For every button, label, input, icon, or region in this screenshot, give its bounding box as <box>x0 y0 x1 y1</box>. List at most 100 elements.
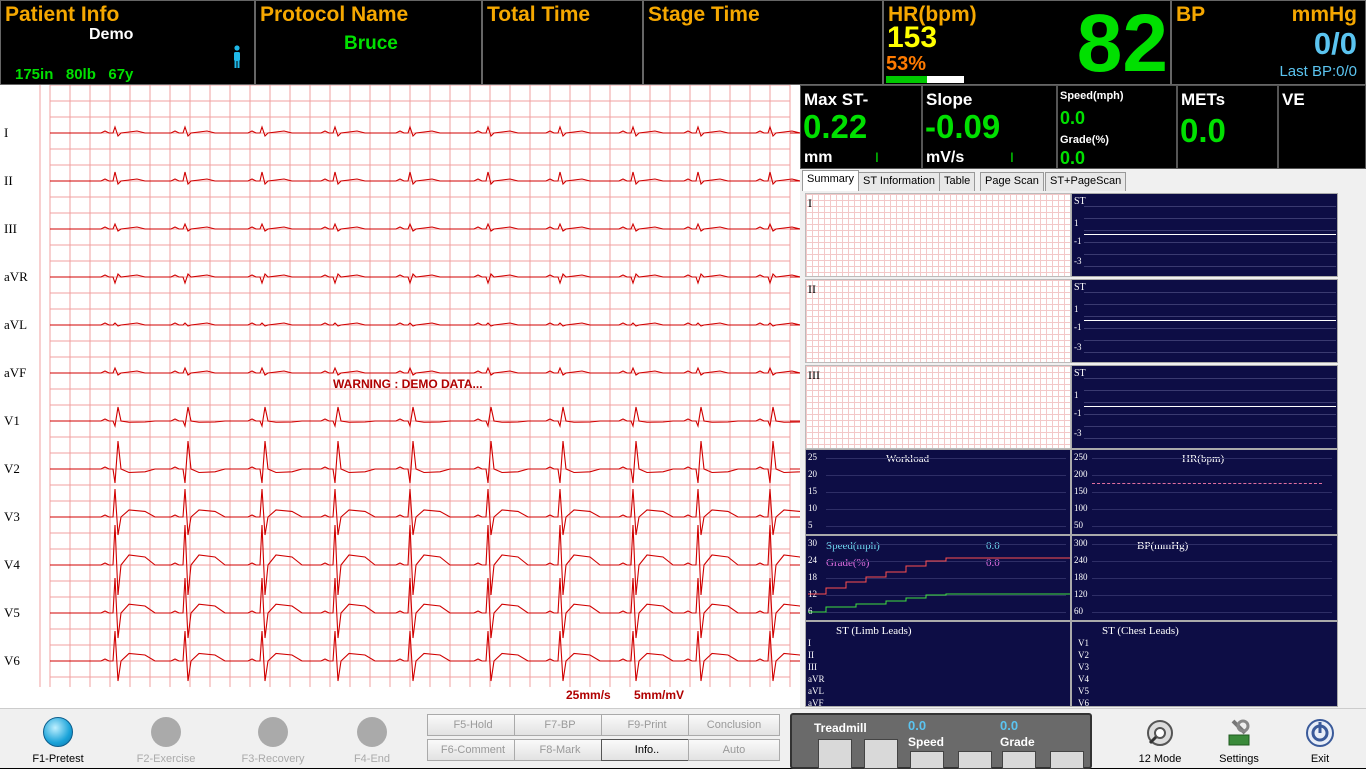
ecg-display[interactable]: I II III aVR aVL aVF V1 V2 V3 V4 V5 V6 WARNING : DE… <box>0 84 813 708</box>
mode-icon <box>1147 720 1173 746</box>
max-st-value: 0.22 <box>803 108 868 145</box>
speed-down-button[interactable] <box>910 751 944 769</box>
info-button[interactable]: Info.. <box>601 739 693 761</box>
recovery-button[interactable]: F3-Recovery <box>228 713 318 767</box>
ve-box: VE <box>1278 85 1366 169</box>
st-tick: 1 <box>1074 390 1079 400</box>
axis-tick: 300 <box>1074 538 1088 548</box>
bp-unit: mmHg <box>1291 3 1357 26</box>
comment-button[interactable]: F6-Comment <box>427 739 519 761</box>
st-lead-label: III <box>808 662 817 672</box>
st-tick: -1 <box>1074 236 1082 246</box>
lead-label-v3: V3 <box>4 509 20 524</box>
twelve-mode-button[interactable]: 12 Mode <box>1125 713 1195 767</box>
speed-value: 0.0 <box>1060 108 1086 128</box>
axis-tick: 20 <box>808 469 817 479</box>
pretest-button[interactable]: F1-Pretest <box>13 713 103 767</box>
hold-button[interactable]: F5-Hold <box>427 714 519 736</box>
st-lead-label: V4 <box>1078 674 1089 684</box>
patient-info-panel[interactable]: Patient Info Demo 175in 80lb 67y <box>0 0 255 85</box>
demo-warning: WARNING : DEMO DATA... <box>333 377 483 391</box>
speed-grade-steps <box>808 557 1070 613</box>
lead-label-v2: V2 <box>4 461 20 476</box>
lead-label-avl: aVL <box>4 317 27 332</box>
grade-up-button[interactable] <box>1050 751 1084 769</box>
axis-tick: 180 <box>1074 572 1088 582</box>
exercise-icon <box>151 717 181 747</box>
ecg-trace-avr <box>50 272 801 285</box>
settings-button[interactable]: Settings <box>1204 713 1274 767</box>
stats-row: Max ST- 0.22 mm I Slope -0.09 mV/s I Spe… <box>800 85 1366 169</box>
summary-panel: I ST 1 -1 -3 II ST 1 -1 -3 III ST 1 -1 -3 Workload 25 2… <box>800 191 1366 708</box>
hr-target-line <box>1092 483 1322 484</box>
stage-time-panel: Stage Time <box>643 0 883 85</box>
hr-value: 82 <box>1076 0 1168 89</box>
bp-trend-chart: BP(mmHg) 300 240 180 120 60 <box>1071 535 1338 621</box>
exercise-button[interactable]: F2-Exercise <box>121 713 211 767</box>
speed-grade-chart: Speed(mph) 0.0 Grade(%) 0.0 30 24 18 12 6 <box>805 535 1071 621</box>
bp-button[interactable]: F7-BP <box>514 714 606 736</box>
tab-page-scan[interactable]: Page Scan <box>980 172 1044 191</box>
auto-button[interactable]: Auto <box>688 739 780 761</box>
st-limb-chart: ST (Limb Leads) I II III aVR aVL aVF <box>805 621 1071 708</box>
bp-trend-title: BP(mmHg) <box>1137 540 1189 552</box>
mark-button[interactable]: F8-Mark <box>514 739 606 761</box>
print-button[interactable]: F9-Print <box>601 714 693 736</box>
st-lead-label: aVF <box>808 698 824 708</box>
st-tick: -3 <box>1074 256 1082 266</box>
st-lead-label: V1 <box>1078 638 1089 648</box>
stage-time-title: Stage Time <box>648 3 760 26</box>
max-st-label: Max ST- <box>804 90 869 109</box>
speed-up-button[interactable] <box>958 751 992 769</box>
bottom-toolbar: F1-Pretest F2-Exercise F3-Recovery F4-En… <box>0 708 1366 769</box>
st-baseline <box>1084 320 1336 321</box>
st-complex-ii: II <box>805 279 1071 363</box>
ecg-trace-ii <box>50 171 801 186</box>
st-lead-label: II <box>808 650 814 660</box>
grade-down-button[interactable] <box>1002 751 1036 769</box>
bp-title: BP <box>1176 3 1206 26</box>
recovery-icon <box>258 717 288 747</box>
axis-tick: 100 <box>1074 503 1088 513</box>
grade-label: Grade(%) <box>1060 134 1109 146</box>
pretest-label: F1-Pretest <box>32 753 84 765</box>
exit-icon <box>1306 719 1334 747</box>
bp-value: 0/0 <box>1313 26 1357 61</box>
st-trend-iii: ST 1 -1 -3 <box>1071 365 1338 449</box>
exit-button[interactable]: Exit <box>1285 713 1355 767</box>
bp-panel: BP mmHg 0/0 Last BP:0/0 <box>1171 0 1366 85</box>
workload-chart: Workload 25 20 15 10 5 <box>805 449 1071 535</box>
tab-summary[interactable]: Summary <box>802 170 860 191</box>
treadmill-title: Treadmill <box>814 721 867 735</box>
grade-value: 0.0 <box>1060 148 1086 168</box>
treadmill-start-button[interactable] <box>818 739 852 769</box>
lead-label-i: I <box>4 125 8 140</box>
tab-table[interactable]: Table <box>939 172 976 191</box>
tab-st-information[interactable]: ST Information <box>858 172 940 191</box>
st-baseline <box>1084 406 1336 407</box>
lead-label-avf: aVF <box>4 365 26 380</box>
lead-label-ii: II <box>4 173 13 188</box>
protocol-title: Protocol Name <box>260 3 409 26</box>
end-button[interactable]: F4-End <box>327 713 417 767</box>
tab-st-pagescan[interactable]: ST+PageScan <box>1045 172 1127 191</box>
ecg-trace-v4 <box>50 524 812 596</box>
ecg-trace-avf <box>50 366 801 376</box>
treadmill-control: Treadmill 0.0 Speed 0.0 Grade <box>790 713 1092 769</box>
treadmill-stop-button[interactable] <box>864 739 898 769</box>
st-lead-label: V6 <box>1078 698 1089 708</box>
speed-grade-box: Speed(mph) 0.0 Grade(%) 0.0 <box>1057 85 1177 169</box>
st-tick: 1 <box>1074 304 1079 314</box>
hr-target: 153 <box>887 21 938 54</box>
mets-box: METs 0.0 <box>1177 85 1278 169</box>
st-chest-title: ST (Chest Leads) <box>1102 625 1179 637</box>
axis-tick: 50 <box>1074 520 1083 530</box>
st-lead-label: aVR <box>808 674 825 684</box>
bp-last: Last BP:0/0 <box>1279 63 1357 80</box>
ve-label: VE <box>1282 90 1305 109</box>
axis-tick: 5 <box>808 520 813 530</box>
axis-tick: 15 <box>808 486 817 496</box>
recovery-label: F3-Recovery <box>241 753 305 765</box>
hr-trend-title: HR(bpm) <box>1182 453 1225 465</box>
conclusion-button[interactable]: Conclusion <box>688 714 780 736</box>
